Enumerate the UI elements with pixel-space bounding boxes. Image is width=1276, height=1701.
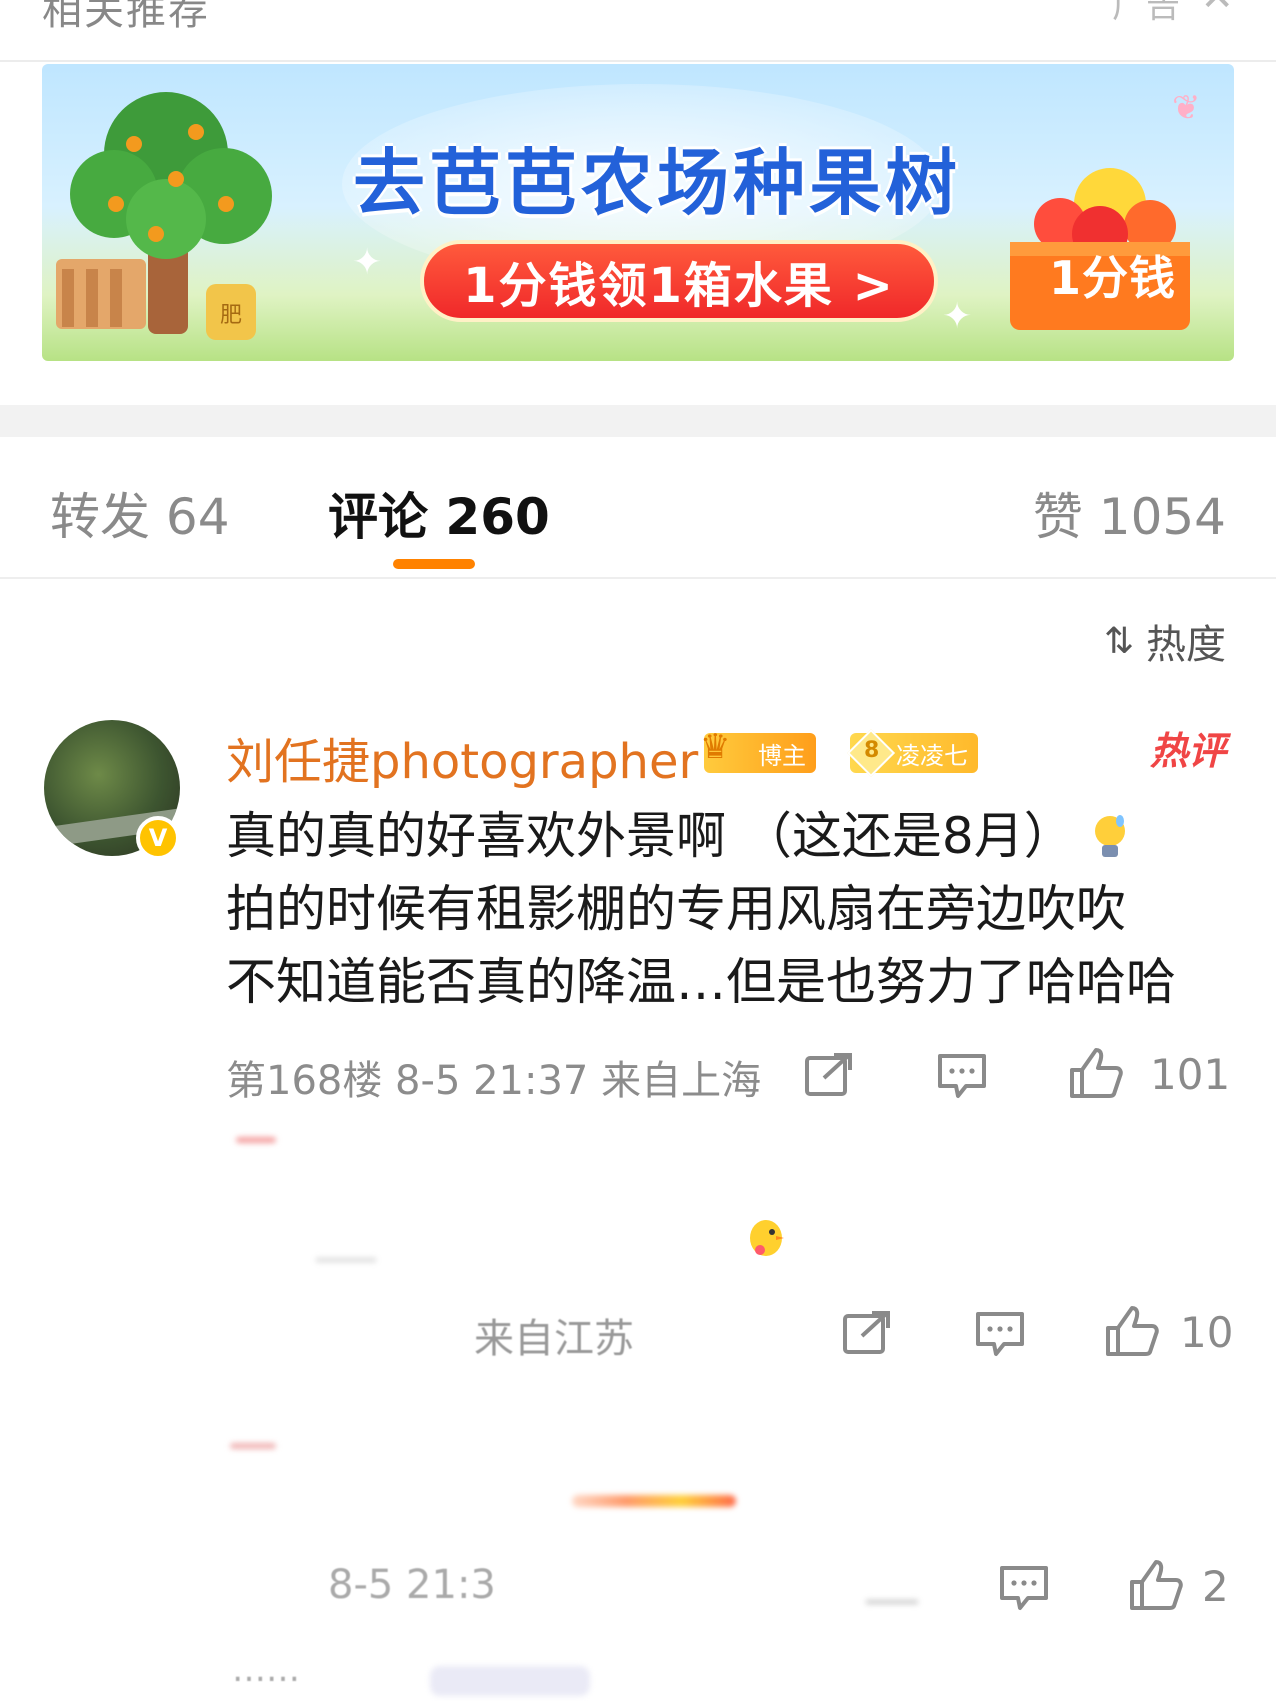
comment-meta-partial-text: 来自江苏: [474, 1316, 634, 1362]
tab-comment[interactable]: 评论 260: [328, 477, 550, 549]
redacted-mark: [430, 1666, 590, 1696]
fan-level-badge: 8 凌凌七: [846, 728, 978, 778]
comment-icon[interactable]: [998, 1564, 1050, 1612]
comment-text-line-3: 不知道能否真的降温…但是也努力了哈哈哈: [226, 953, 1176, 1011]
fruit-box-label: 1分钱: [1048, 251, 1176, 305]
redacted-mark: [316, 1258, 376, 1262]
redacted-mark: [230, 1443, 276, 1449]
comment-meta-partial: 来自江苏: [474, 1306, 634, 1364]
related-recommend-header: 相关推荐 广告 ✕: [0, 0, 1276, 62]
crown-icon: ♛: [700, 727, 731, 767]
close-icon[interactable]: ✕: [1200, 0, 1234, 20]
sweat-smile-emoji-icon: [1094, 815, 1125, 857]
like-icon[interactable]: [1068, 1046, 1124, 1100]
comment-meta-partial: 8-5 21:3: [328, 1562, 496, 1608]
comment-text: 真的真的好喜欢外景啊 （这还是8月） 拍的时候有租影棚的专用风扇在旁边吹吹 不知…: [226, 800, 1236, 1019]
banner-title: 去芭芭农场种果树: [352, 141, 961, 225]
sort-toggle[interactable]: ⇅ 热度: [1104, 612, 1226, 670]
redacted-mark: [236, 1137, 276, 1143]
more-replies-partial[interactable]: ……: [232, 1650, 300, 1690]
share-icon[interactable]: [842, 1310, 892, 1356]
fruit-tree-illustration: 肥: [56, 92, 272, 340]
sort-icon: ⇅: [1103, 620, 1134, 662]
banner-cta-button[interactable]: 1分钱领1箱水果 >: [420, 240, 938, 322]
fan-level-number: 8: [864, 738, 880, 763]
like-icon[interactable]: [1128, 1558, 1184, 1612]
ad-banner[interactable]: 肥 去芭芭农场种果树 1分钱领1箱水果 > 1分钱 ✦ ✦ ❦: [42, 64, 1234, 361]
comment-meta-partial-text: 8-5 21:3: [328, 1562, 496, 1608]
tab-repost[interactable]: 转发 64: [50, 477, 230, 549]
like-count: 10: [1180, 1308, 1234, 1357]
sort-label: 热度: [1146, 622, 1226, 668]
share-icon[interactable]: [804, 1052, 854, 1098]
blogger-badge: ♛ 博主: [700, 727, 816, 773]
related-recommend-title: 相关推荐: [42, 0, 210, 34]
like-count: 2: [1202, 1562, 1229, 1611]
like-icon[interactable]: [1104, 1304, 1160, 1358]
fan-badge-name: 凌凌七: [896, 741, 968, 770]
fertilizer-label: 肥: [220, 303, 242, 328]
interaction-tabs: 转发 64 评论 260 赞 1054: [0, 437, 1276, 579]
like-count: 101: [1150, 1050, 1231, 1099]
blogger-badge-label: 博主: [758, 741, 806, 770]
chick-emoji-icon: [750, 1220, 784, 1256]
comment-meta: 第168楼 8-5 21:37 来自上海: [226, 1058, 762, 1104]
comment-text-line-2: 拍的时候有租影棚的专用风扇在旁边吹吹: [226, 880, 1126, 938]
active-tab-indicator: [393, 559, 475, 569]
tab-like[interactable]: 赞 1054: [1033, 477, 1226, 549]
butterfly-icon: ❦: [1172, 88, 1201, 128]
comment-username[interactable]: 刘任捷photographer: [226, 722, 698, 792]
redacted-mark: [866, 1600, 918, 1604]
sparkle-icon: ✦: [352, 242, 383, 283]
section-separator: [0, 405, 1276, 437]
ad-label: 广告: [1112, 0, 1180, 26]
comment-icon[interactable]: [936, 1052, 988, 1100]
hot-comment-tag: 热评: [1149, 729, 1226, 773]
comment-text-line-1: 真的真的好喜欢外景啊 （这还是8月）: [226, 807, 1074, 865]
redacted-emoji-strip: [572, 1495, 736, 1507]
comment-icon[interactable]: [974, 1310, 1026, 1358]
sparkle-icon: ✦: [942, 296, 973, 337]
verified-icon: V: [136, 816, 180, 860]
